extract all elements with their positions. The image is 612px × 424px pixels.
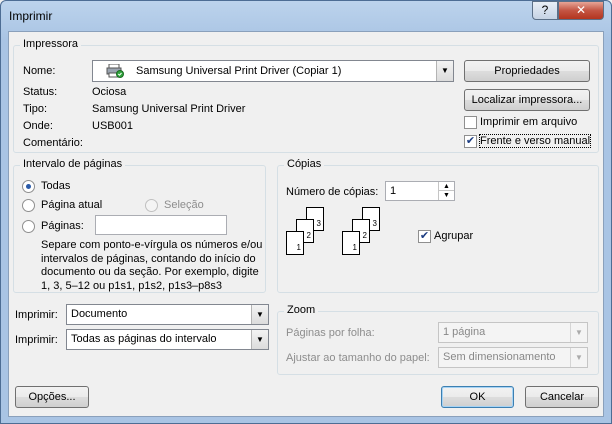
print-to-file-label: Imprimir em arquivo — [480, 116, 578, 128]
copies-count-input[interactable]: 1 ▲ ▼ — [385, 181, 455, 201]
printer-group: Impressora Nome: Samsung Universal Print… — [13, 38, 599, 153]
print-what-value: Documento — [71, 308, 128, 320]
copies-count-label: Número de cópias: — [286, 186, 379, 198]
print-to-file-checkbox[interactable] — [464, 116, 477, 129]
page-range-help-text: Separe com ponto-e-vírgula os números e/… — [41, 239, 263, 292]
zoom-group-label: Zoom — [284, 304, 319, 316]
selection-label: Seleção — [164, 199, 204, 211]
pages-per-sheet-select[interactable]: 1 página ▼ — [438, 322, 588, 343]
find-printer-button[interactable]: Localizar impressora... — [464, 89, 590, 111]
status-label: Status: — [23, 86, 58, 98]
title-bar[interactable]: Imprimir ? ✕ — [1, 1, 611, 31]
copies-group-label: Cópias — [284, 158, 325, 170]
scale-select[interactable]: Sem dimensionamento ▼ — [438, 347, 588, 368]
page-number-1: 1 — [342, 231, 360, 255]
printer-name-select[interactable]: Samsung Universal Print Driver (Copiar 1… — [92, 60, 454, 82]
radio-all-pages[interactable] — [22, 180, 35, 193]
collate-label: Agrupar — [434, 230, 474, 242]
printer-group-label: Impressora — [20, 38, 82, 50]
print-range-select[interactable]: Todas as páginas do intervalo ▼ — [66, 329, 269, 350]
print-range-label: Imprimir: — [15, 334, 58, 346]
close-button[interactable]: ✕ — [558, 1, 604, 20]
uncollated-pages-icon: 3 2 1 — [286, 207, 336, 263]
ok-button[interactable]: OK — [441, 386, 514, 408]
copies-group: Cópias Número de cópias: 1 ▲ ▼ 3 2 1 3 2… — [277, 158, 599, 293]
pages-per-sheet-label: Páginas por folha: — [286, 327, 375, 339]
collated-pages-icon: 3 2 1 — [342, 207, 392, 263]
zoom-group: Zoom Páginas por folha: 1 página ▼ Ajust… — [277, 304, 599, 375]
radio-pages[interactable] — [22, 220, 35, 233]
status-value: Ociosa — [92, 86, 127, 98]
duplex-label: Frente e verso manual — [478, 134, 592, 148]
scale-value: Sem dimensionamento — [443, 351, 556, 363]
collate-checkbox[interactable]: ✔ — [418, 230, 431, 243]
help-button[interactable]: ? — [532, 1, 558, 20]
cancel-button[interactable]: Cancelar — [525, 386, 599, 408]
print-range-value: Todas as páginas do intervalo — [71, 333, 217, 345]
type-value: Samsung Universal Print Driver — [92, 103, 246, 115]
spin-down-icon[interactable]: ▼ — [438, 191, 454, 200]
copies-count-value: 1 — [390, 185, 397, 197]
dialog-body: Impressora Nome: Samsung Universal Print… — [8, 31, 604, 417]
printer-icon — [106, 63, 124, 78]
all-pages-label: Todas — [41, 180, 71, 192]
pages-input[interactable] — [95, 215, 227, 235]
spin-up-icon[interactable]: ▲ — [438, 182, 454, 191]
print-dialog: Imprimir ? ✕ Impressora Nome: Samsung Un… — [0, 0, 612, 424]
page-range-group: Intervalo de páginas Todas Página atual … — [13, 158, 266, 293]
where-value: USB001 — [92, 120, 133, 132]
where-label: Onde: — [23, 120, 53, 132]
printer-name-value: Samsung Universal Print Driver (Copiar 1… — [136, 65, 342, 77]
chevron-down-icon[interactable]: ▼ — [251, 330, 268, 349]
page-range-group-label: Intervalo de páginas — [20, 158, 126, 170]
chevron-down-icon[interactable]: ▼ — [251, 305, 268, 324]
chevron-down-icon[interactable]: ▼ — [570, 323, 587, 342]
options-button[interactable]: Opções... — [15, 386, 89, 408]
pages-label: Páginas: — [41, 220, 84, 232]
print-what-select[interactable]: Documento ▼ — [66, 304, 269, 325]
radio-selection[interactable] — [145, 199, 158, 212]
chevron-down-icon[interactable]: ▼ — [436, 61, 453, 81]
pages-per-sheet-value: 1 página — [443, 326, 486, 338]
duplex-checkbox[interactable]: ✔ — [464, 135, 477, 148]
radio-current-page[interactable] — [22, 199, 35, 212]
print-what-label: Imprimir: — [15, 309, 58, 321]
page-number-1: 1 — [286, 231, 304, 255]
chevron-down-icon[interactable]: ▼ — [570, 348, 587, 367]
scale-label: Ajustar ao tamanho do papel: — [286, 352, 430, 364]
printer-name-label: Nome: — [23, 65, 56, 77]
window-title: Imprimir — [9, 9, 53, 23]
comment-label: Comentário: — [23, 137, 83, 149]
current-page-label: Página atual — [41, 199, 103, 211]
properties-button[interactable]: Propriedades — [464, 60, 590, 82]
type-label: Tipo: — [23, 103, 48, 115]
